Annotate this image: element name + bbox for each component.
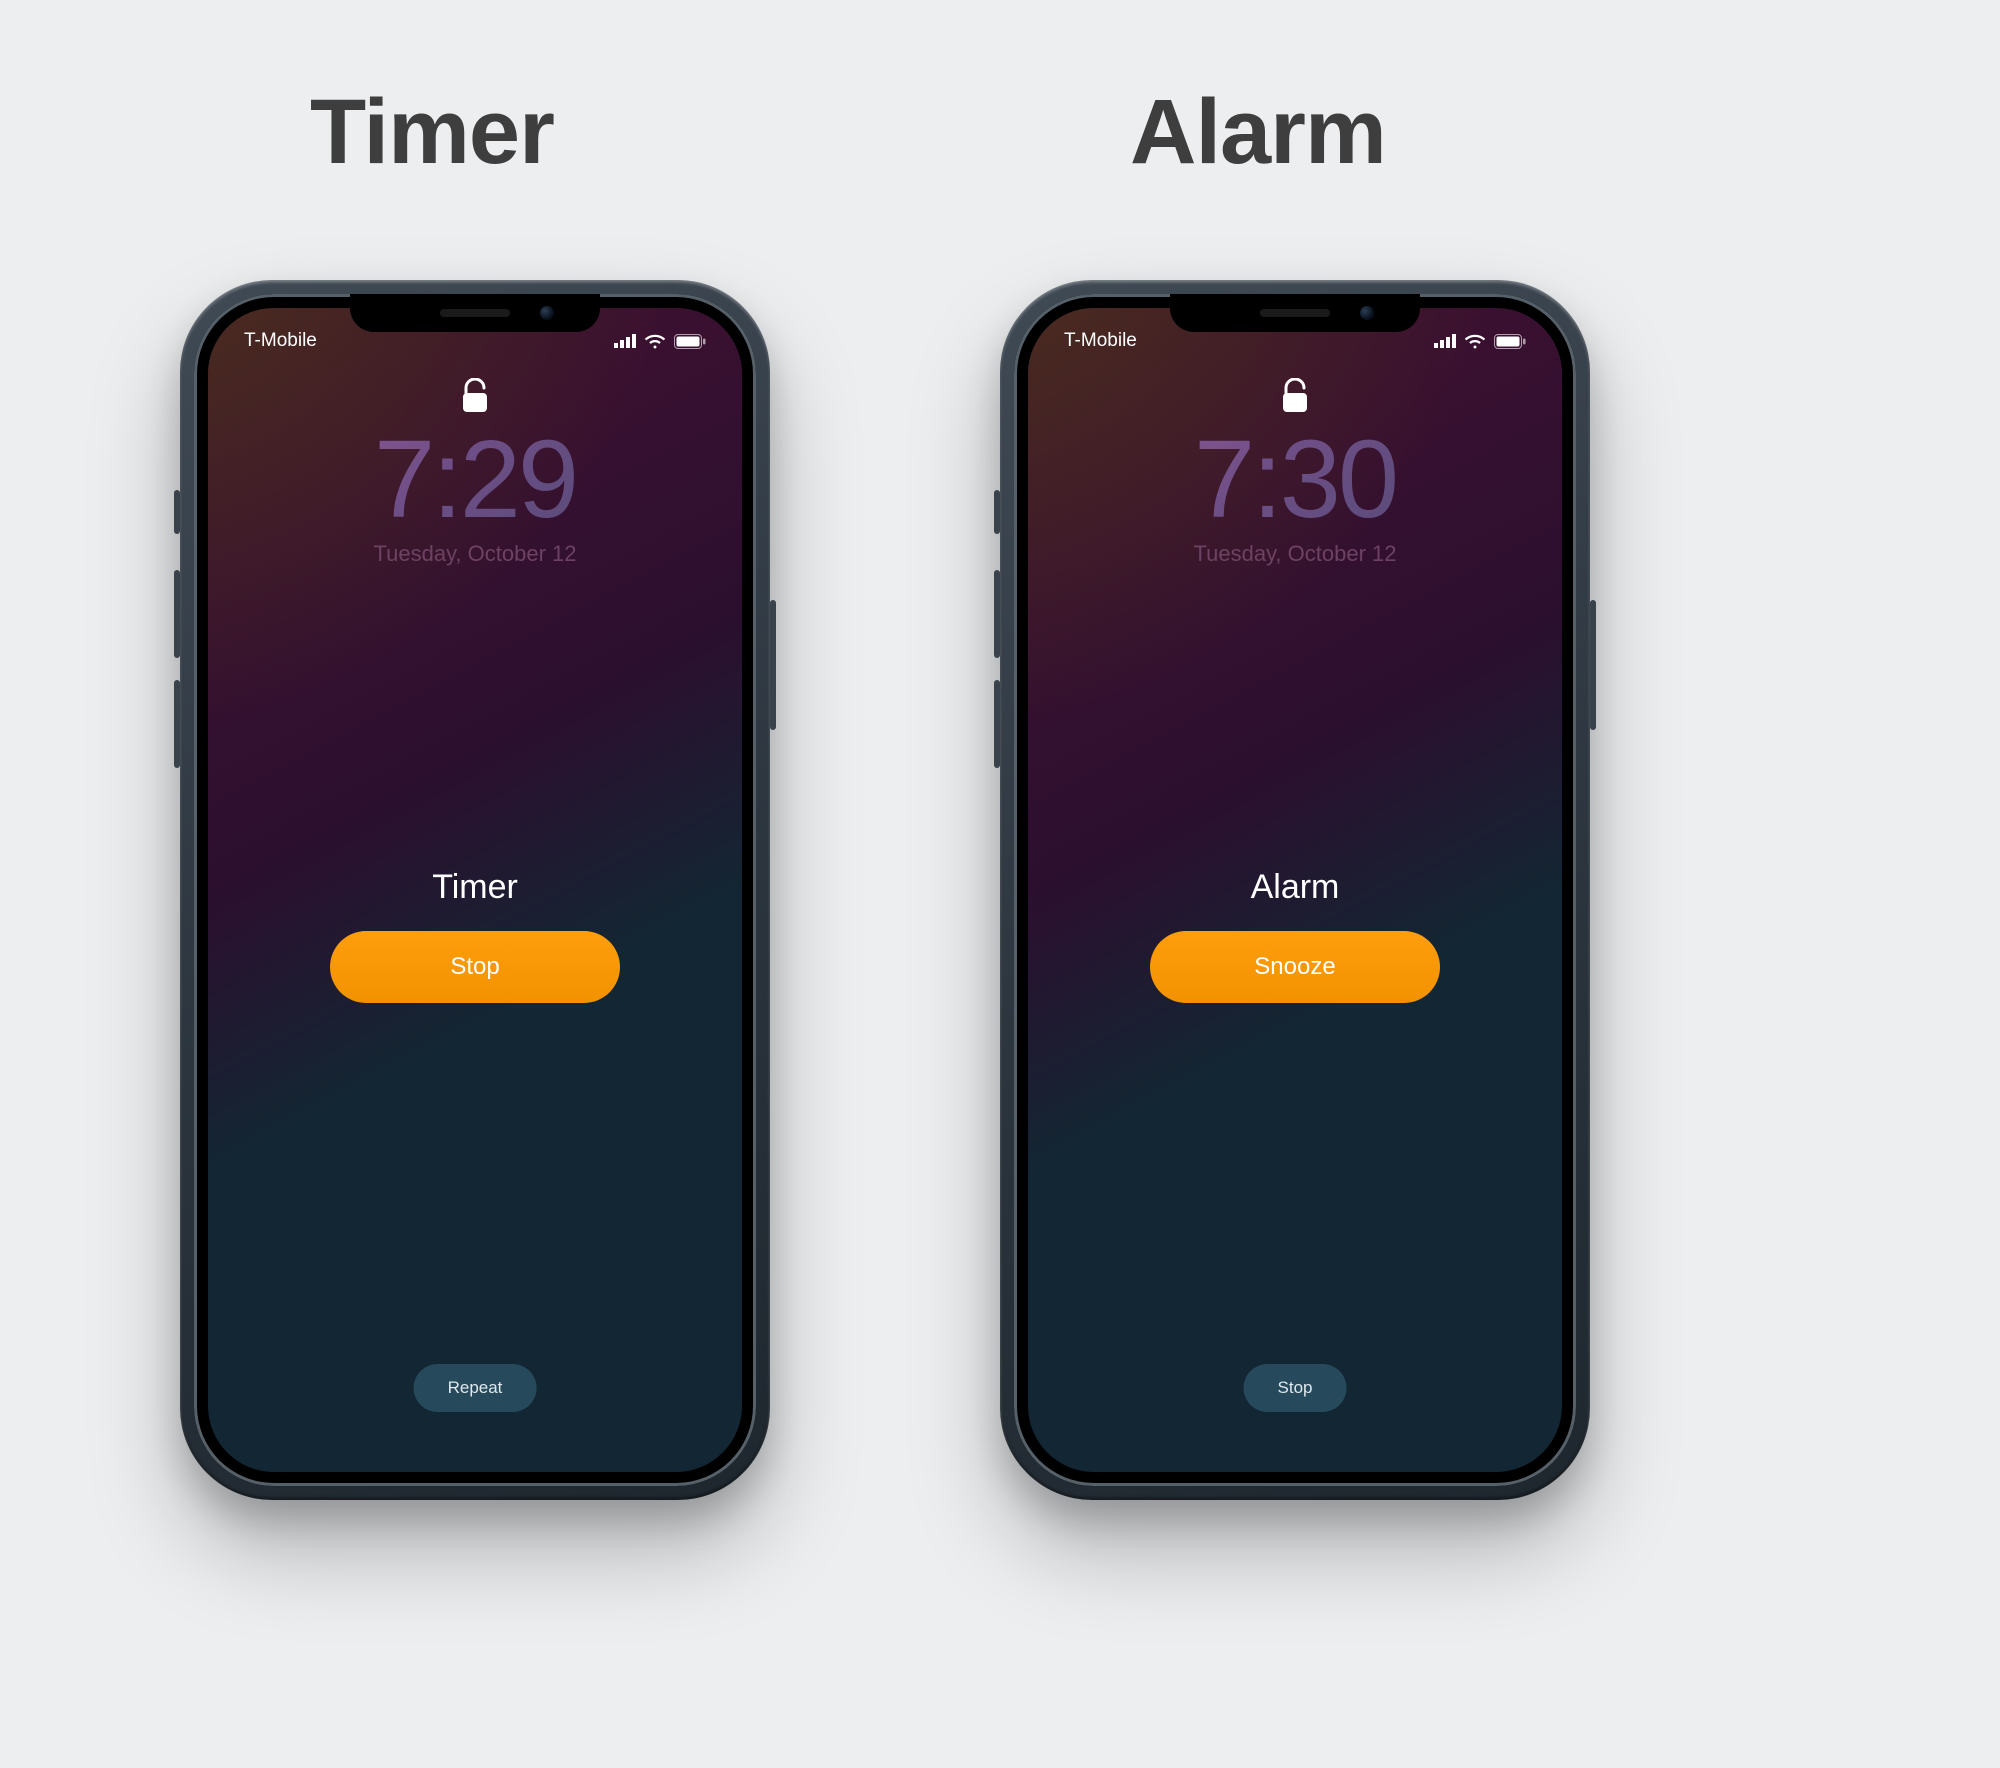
alert-title: Alarm <box>1028 868 1562 907</box>
mute-switch <box>174 490 180 534</box>
carrier-label: T-Mobile <box>244 330 317 352</box>
volume-down-button <box>994 680 1000 768</box>
alert-block: Timer Stop <box>208 868 742 1003</box>
carrier-label: T-Mobile <box>1064 330 1137 352</box>
lock-time-block: 7:30 Tuesday, October 12 <box>1028 378 1562 567</box>
comparison-stage: Timer Alarm T-Mobile <box>0 0 2000 1768</box>
power-button <box>1590 600 1596 730</box>
signal-icon <box>1434 334 1456 348</box>
alert-block: Alarm Snooze <box>1028 868 1562 1003</box>
stop-button[interactable]: Stop <box>1244 1364 1347 1412</box>
clock-time: 7:29 <box>208 425 742 535</box>
heading-alarm: Alarm <box>1130 80 1386 185</box>
wifi-icon <box>644 333 666 349</box>
lock-time-block: 7:29 Tuesday, October 12 <box>208 378 742 567</box>
lock-screen: T-Mobile 7:29 <box>208 308 742 1472</box>
stop-button[interactable]: Stop <box>330 931 620 1003</box>
lock-open-icon <box>1281 378 1309 419</box>
speaker-grille <box>440 309 510 317</box>
status-bar: T-Mobile <box>1028 326 1562 356</box>
alert-title: Timer <box>208 868 742 907</box>
phone-mockup-alarm: T-Mobile 7:30 <box>1000 280 1590 1500</box>
clock-date: Tuesday, October 12 <box>1028 541 1562 567</box>
lock-screen: T-Mobile 7:30 <box>1028 308 1562 1472</box>
phone-bezel: T-Mobile 7:29 <box>194 294 756 1486</box>
phone-bezel: T-Mobile 7:30 <box>1014 294 1576 1486</box>
phone-mockup-timer: T-Mobile 7:29 <box>180 280 770 1500</box>
volume-up-button <box>174 570 180 658</box>
clock-time: 7:30 <box>1028 425 1562 535</box>
power-button <box>770 600 776 730</box>
mute-switch <box>994 490 1000 534</box>
snooze-button[interactable]: Snooze <box>1150 931 1440 1003</box>
signal-icon <box>614 334 636 348</box>
wifi-icon <box>1464 333 1486 349</box>
status-bar: T-Mobile <box>208 326 742 356</box>
volume-down-button <box>174 680 180 768</box>
clock-date: Tuesday, October 12 <box>208 541 742 567</box>
volume-up-button <box>994 570 1000 658</box>
repeat-button[interactable]: Repeat <box>414 1364 537 1412</box>
battery-icon <box>1494 334 1526 349</box>
speaker-grille <box>1260 309 1330 317</box>
front-camera <box>540 306 554 320</box>
heading-timer: Timer <box>310 80 554 185</box>
lock-open-icon <box>461 378 489 419</box>
battery-icon <box>674 334 706 349</box>
front-camera <box>1360 306 1374 320</box>
